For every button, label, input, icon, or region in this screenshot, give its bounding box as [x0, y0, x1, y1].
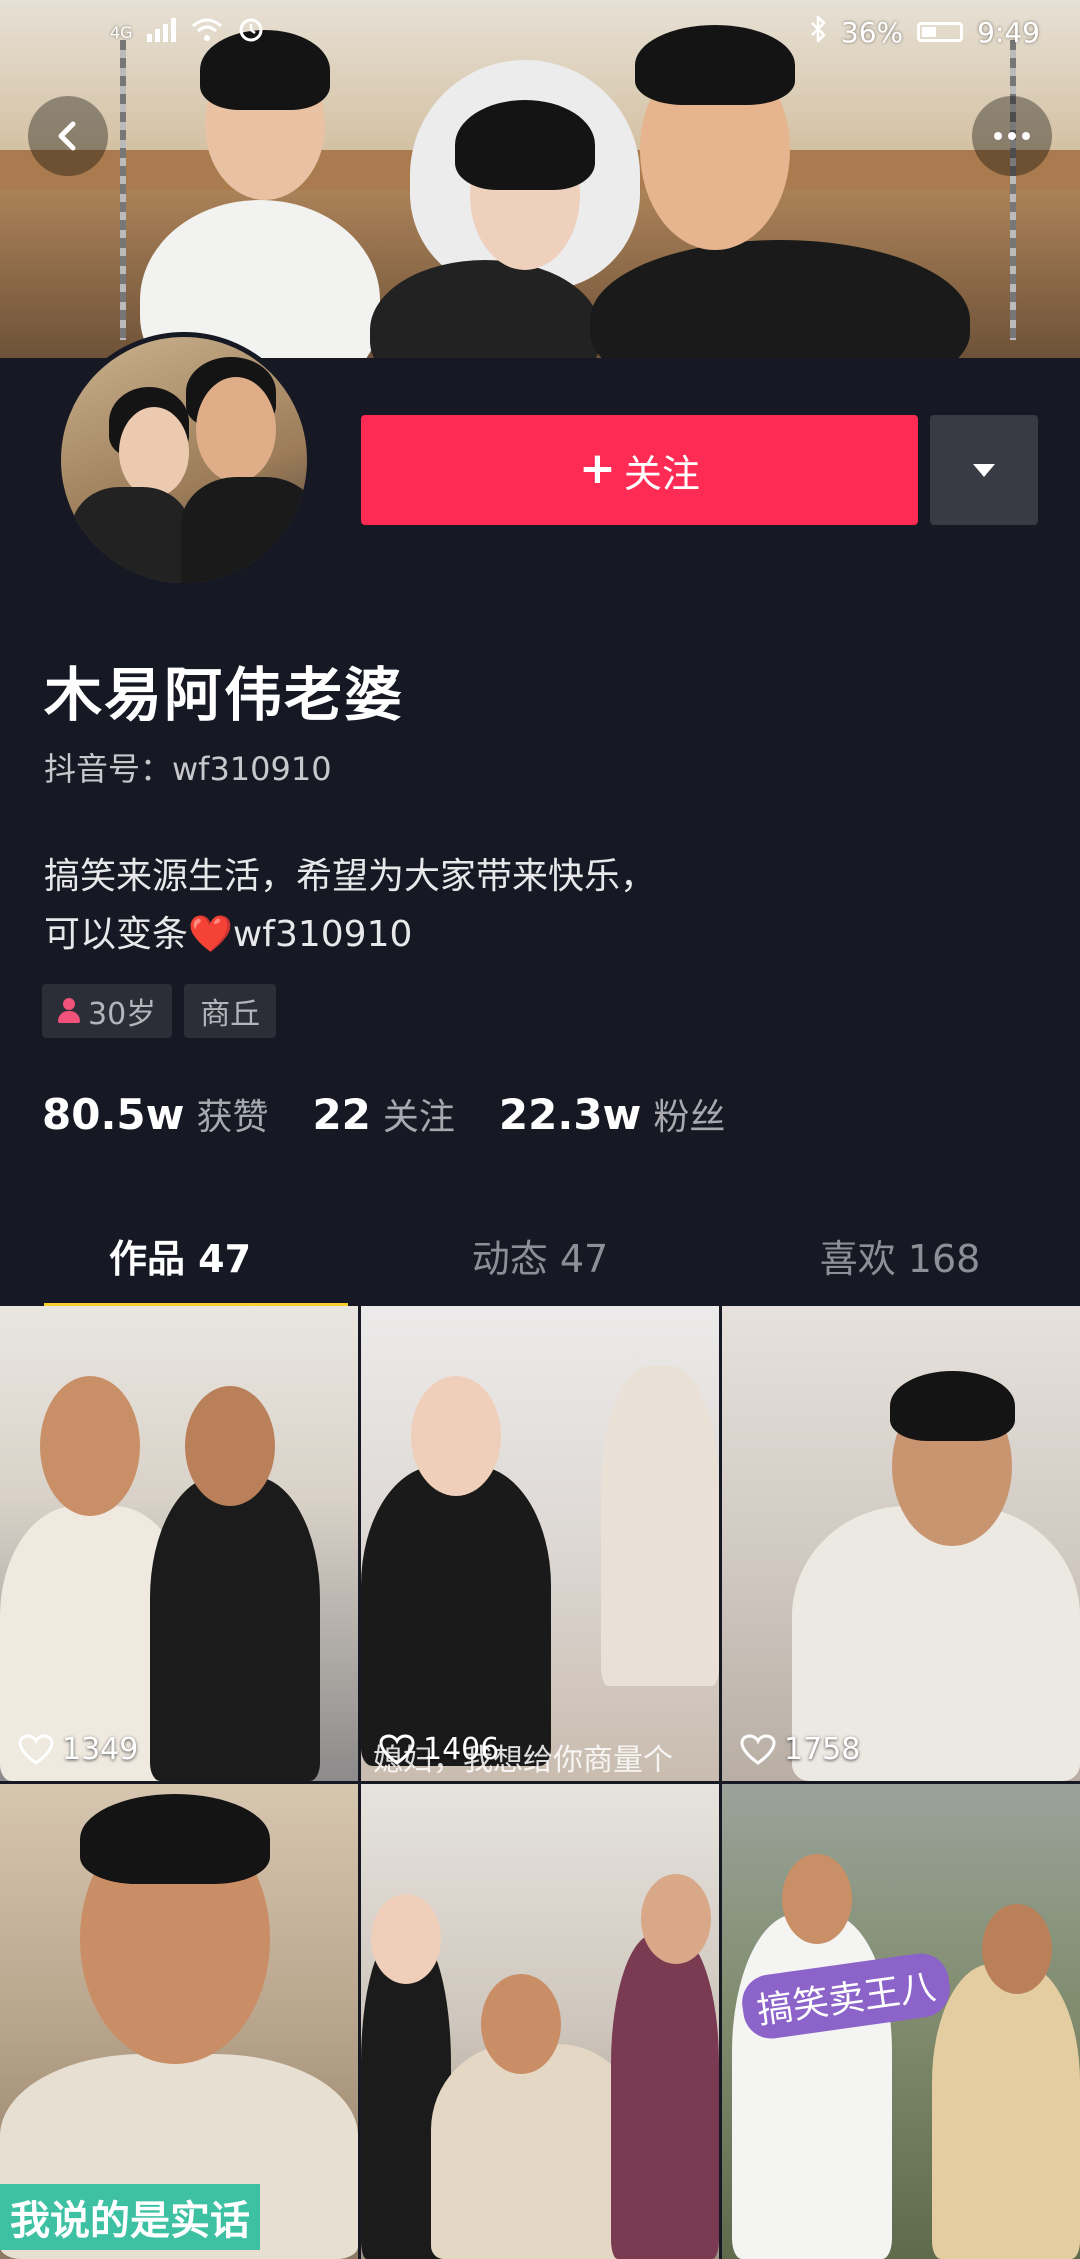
bio-line: 可以变条❤️wf310910: [44, 906, 656, 964]
following-count: 22: [312, 1090, 371, 1139]
battery-percent: 36%: [840, 15, 904, 49]
thumb-person-head: [481, 1974, 561, 2074]
heart-icon: [740, 1733, 776, 1765]
thumb-person-hair: [80, 1794, 270, 1884]
tab-works[interactable]: 作品 47: [0, 1210, 360, 1308]
clock: 9:49: [977, 15, 1040, 49]
video-like-count: 1349: [18, 1732, 138, 1767]
video-thumbnail[interactable]: 我说的是实话: [0, 1784, 358, 2259]
caret-down-icon: [973, 463, 995, 477]
back-icon: [58, 121, 76, 151]
like-count-text: 1349: [62, 1732, 139, 1767]
thumb-person: [361, 1466, 551, 1766]
profile-douyin-id: 抖音号：wf310910: [44, 750, 332, 788]
following-label: 关注: [382, 1097, 455, 1138]
like-count-text: 1758: [784, 1732, 861, 1767]
thumb-person-head: [641, 1874, 711, 1964]
thumb-person-head: [982, 1904, 1052, 1994]
bio-line: 搞笑来源生活，希望为大家带来快乐，: [44, 856, 657, 897]
cover-swing-chain: [1010, 40, 1016, 340]
avatar-person-body: [181, 477, 307, 583]
followers-label: 粉丝: [653, 1097, 726, 1138]
likes-label: 获赞: [196, 1097, 269, 1138]
avatar[interactable]: [56, 332, 312, 588]
profile-nickname: 木易阿伟老婆: [44, 661, 405, 729]
profile-tabs: 作品 47 动态 47 喜欢 168: [0, 1210, 1080, 1308]
profile-tags: 30岁 商丘: [42, 984, 277, 1038]
profile-cover-photo: 4G 36% 9:49: [0, 0, 1080, 358]
video-caption: 媳妇，我想给你商量个: [373, 1743, 673, 1778]
stat-following[interactable]: 22 关注: [312, 1088, 454, 1140]
thumb-person: [611, 1934, 719, 2259]
wifi-icon: [191, 16, 223, 49]
back-button[interactable]: [28, 96, 108, 176]
bluetooth-icon: [809, 13, 827, 49]
age-label: 30岁: [88, 997, 157, 1032]
video-caption: 我说的是实话: [0, 2184, 260, 2250]
follow-button[interactable]: + 关注: [361, 415, 918, 525]
tab-dynamic[interactable]: 动态 47: [360, 1210, 720, 1300]
recommend-dropdown-button[interactable]: [930, 415, 1038, 525]
bio-text: 可以变条: [44, 914, 189, 955]
cover-swing-chain: [120, 40, 126, 340]
thumb-person-head: [371, 1894, 441, 1984]
thumb-person-hair: [890, 1371, 1015, 1441]
stat-followers[interactable]: 22.3w 粉丝: [499, 1088, 725, 1140]
video-like-count: 1758: [740, 1732, 860, 1767]
stat-likes[interactable]: 80.5w 获赞: [42, 1088, 268, 1140]
likes-count: 80.5w: [42, 1090, 185, 1139]
status-bar: 4G 36% 9:49: [0, 0, 1080, 64]
thumb-person-head: [185, 1386, 275, 1506]
cover-person: [590, 240, 970, 358]
follow-label: 关注: [623, 451, 700, 496]
heart-icon: [18, 1733, 54, 1765]
video-thumbnail[interactable]: [361, 1784, 719, 2259]
alarm-icon: [237, 15, 265, 50]
profile-bio: 搞笑来源生活，希望为大家带来快乐， 可以变条❤️wf310910: [44, 848, 656, 964]
thumb-person-head: [782, 1854, 852, 1944]
more-button[interactable]: [972, 96, 1052, 176]
thumb-person-head: [411, 1376, 501, 1496]
more-icon: [994, 132, 1030, 140]
thumb-person: [431, 2044, 641, 2259]
video-thumbnail[interactable]: 搞笑卖王八: [722, 1784, 1080, 2259]
location-label: 商丘: [200, 997, 261, 1032]
avatar-person-head: [196, 377, 276, 482]
tab-likes[interactable]: 喜欢 168: [720, 1210, 1080, 1300]
thumb-person: [150, 1476, 320, 1781]
network-type: 4G: [110, 22, 133, 42]
plus-icon: +: [579, 442, 616, 494]
followers-count: 22.3w: [498, 1090, 642, 1139]
avatar-person-head: [119, 407, 189, 497]
signal-icon: [146, 16, 177, 49]
thumb-person-head: [40, 1376, 140, 1516]
thumb-person: [932, 1964, 1080, 2259]
location-tag: 商丘: [184, 984, 277, 1038]
battery-icon: [917, 22, 964, 42]
video-grid: 1349 1406 媳妇，我想给你商量个 1758 我说的是实话 搞笑卖王八: [0, 1306, 1080, 2259]
thumb-person: [601, 1366, 719, 1686]
gender-icon: [58, 998, 80, 1024]
heart-emoji-icon: ❤️: [188, 914, 233, 955]
profile-stats: 80.5w 获赞 22 关注 22.3w 粉丝: [42, 1088, 725, 1140]
age-tag: 30岁: [42, 984, 173, 1038]
cover-person-hair: [455, 100, 595, 190]
video-thumbnail[interactable]: 1349: [0, 1306, 358, 1781]
video-thumbnail[interactable]: 1406 媳妇，我想给你商量个: [361, 1306, 719, 1781]
video-thumbnail[interactable]: 1758: [722, 1306, 1080, 1781]
avatar-person-body: [71, 487, 191, 583]
bio-text: wf310910: [232, 914, 413, 955]
